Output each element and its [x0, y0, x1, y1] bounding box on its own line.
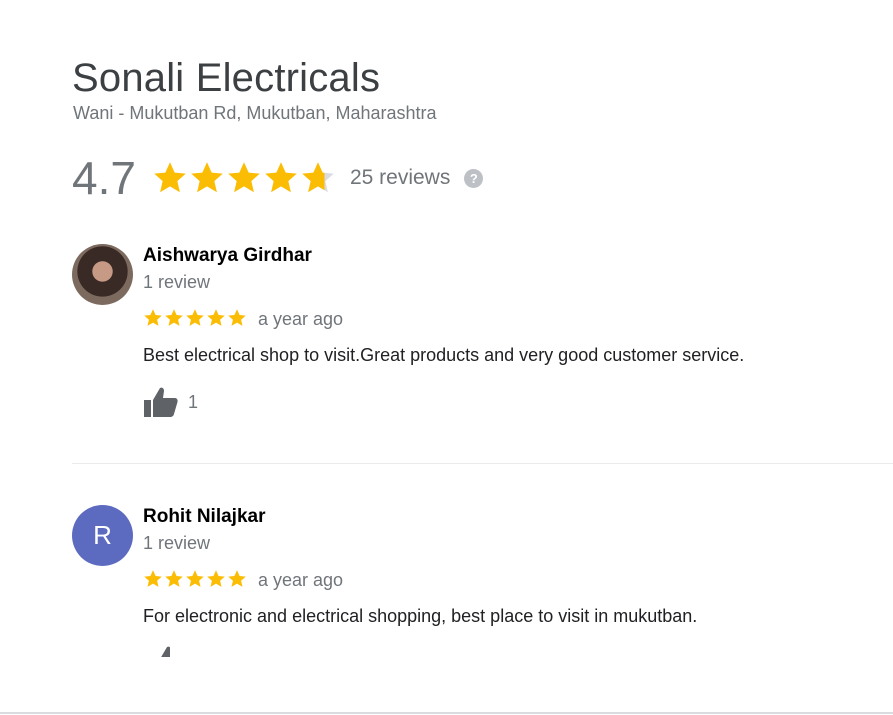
review-time: a year ago: [258, 309, 344, 329]
review-text: Best electrical shop to visit.Great prod…: [143, 345, 745, 365]
star-icon: [144, 570, 162, 587]
place-address: Wani - Mukutban Rd, Mukutban, Maharashtr…: [73, 103, 437, 123]
star-icon: [186, 309, 204, 326]
star-icon: [228, 309, 246, 326]
review-stars: [143, 569, 247, 589]
review-text: For electronic and electrical shopping, …: [143, 606, 698, 626]
help-icon[interactable]: ?: [464, 168, 484, 188]
reviews-count-link[interactable]: 25 reviews: [350, 166, 450, 190]
star-icon: [265, 162, 297, 193]
review-time: a year ago: [258, 570, 344, 590]
star-icon: [302, 162, 334, 193]
divider: [0, 712, 893, 714]
avatar[interactable]: R: [72, 505, 133, 566]
thumbs-up-icon[interactable]: [150, 645, 170, 657]
reviewer-name[interactable]: Aishwarya Girdhar: [143, 245, 312, 267]
star-icon: [165, 309, 183, 326]
reviewer-review-count: 1 review: [143, 272, 211, 292]
reviewer-review-count: 1 review: [143, 533, 211, 553]
divider: [72, 463, 893, 464]
thumbs-up-icon[interactable]: [143, 386, 179, 418]
star-icon: [191, 162, 223, 193]
star-icon: [144, 309, 162, 326]
star-icon: [228, 570, 246, 587]
like-count: 1: [188, 391, 199, 412]
star-icon: [186, 570, 204, 587]
place-title: Sonali Electricals: [72, 56, 381, 100]
star-icon: [207, 309, 225, 326]
reviewer-name[interactable]: Rohit Nilajkar: [143, 506, 265, 528]
star-icon: [228, 162, 260, 193]
star-icon: [154, 162, 186, 193]
rating-stars: [152, 160, 336, 196]
rating-value: 4.7: [72, 152, 136, 204]
rating-summary: 4.7 25 reviews ?: [72, 150, 484, 206]
like-button[interactable]: 1: [143, 386, 198, 418]
star-icon: [165, 570, 183, 587]
avatar[interactable]: [72, 244, 133, 305]
review-stars: [143, 308, 247, 328]
star-icon: [207, 570, 225, 587]
